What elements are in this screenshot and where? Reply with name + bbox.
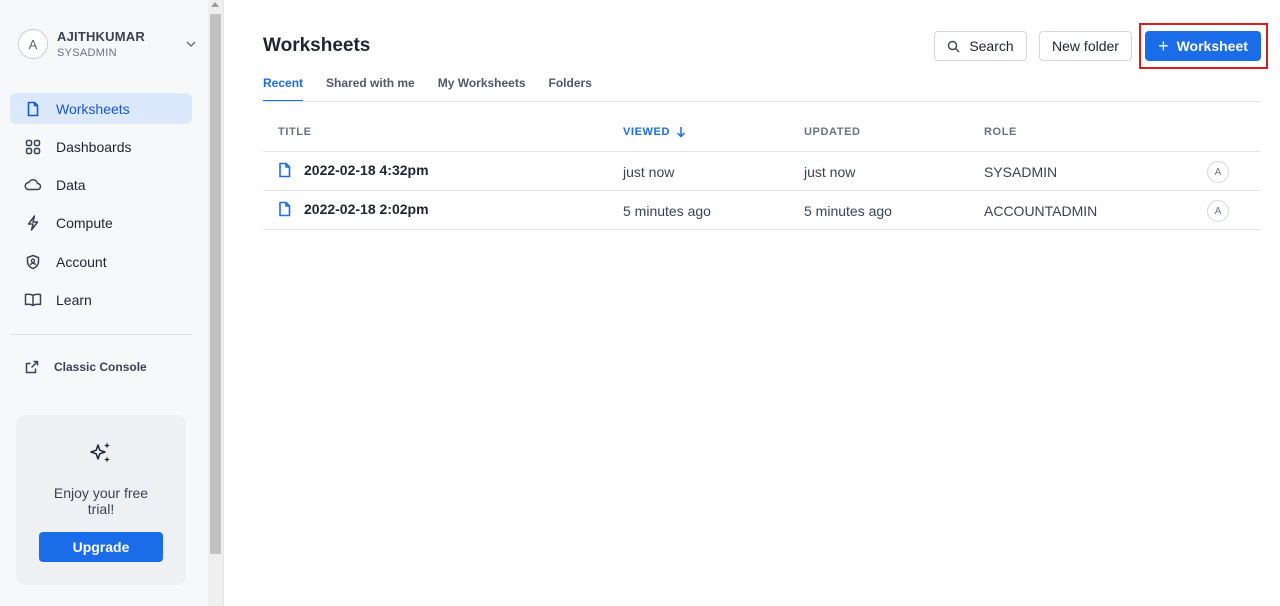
column-role[interactable]: ROLE	[984, 126, 1017, 138]
new-worksheet-button[interactable]: + Worksheet	[1145, 31, 1261, 61]
classic-console-link[interactable]: Classic Console	[24, 359, 147, 375]
user-role: SYSADMIN	[57, 46, 117, 59]
scrollbar-thumb[interactable]	[210, 14, 221, 554]
arrow-down-icon	[676, 127, 686, 138]
tab-shared-with-me[interactable]: Shared with me	[326, 76, 415, 102]
sidebar-item-account[interactable]: Account	[10, 246, 192, 277]
column-viewed-label: VIEWED	[623, 126, 670, 138]
sidebar-item-learn[interactable]: Learn	[10, 284, 192, 315]
user-menu[interactable]: A AJITHKUMAR SYSADMIN	[18, 26, 204, 62]
updated-cell: just now	[804, 164, 856, 180]
new-folder-button[interactable]: New folder	[1039, 31, 1132, 61]
scroll-up-arrow-icon[interactable]	[211, 2, 219, 7]
sidebar-nav: Worksheets Dashboards Data Compute Accou…	[10, 93, 192, 323]
sidebar-item-label: Learn	[56, 291, 92, 308]
sidebar-item-worksheets[interactable]: Worksheets	[10, 93, 192, 124]
table-row[interactable]: 2022-02-18 4:32pm just now just now SYSA…	[263, 152, 1261, 191]
table-header: TITLE VIEWED UPDATED ROLE	[263, 114, 1261, 152]
tab-my-worksheets[interactable]: My Worksheets	[438, 76, 526, 102]
grid-icon	[24, 138, 42, 156]
file-icon	[24, 100, 42, 118]
sparkle-icon	[90, 442, 110, 463]
external-link-icon	[25, 360, 39, 374]
plus-icon: +	[1158, 36, 1169, 56]
title-cell: 2022-02-18 4:32pm	[278, 162, 429, 178]
sidebar-scrollbar[interactable]	[208, 0, 223, 606]
column-viewed[interactable]: VIEWED	[623, 126, 686, 138]
file-icon	[279, 162, 291, 178]
sidebar: A AJITHKUMAR SYSADMIN Worksheets Dashboa…	[0, 0, 208, 606]
sidebar-item-dashboards[interactable]: Dashboards	[10, 131, 192, 162]
file-icon	[279, 201, 291, 217]
sidebar-item-data[interactable]: Data	[10, 170, 192, 201]
viewed-cell: 5 minutes ago	[623, 203, 711, 219]
avatar: A	[18, 29, 48, 59]
sidebar-border	[223, 0, 224, 606]
trial-text: Enjoy your free trial!	[53, 485, 149, 517]
book-icon	[24, 291, 42, 309]
column-title[interactable]: TITLE	[278, 126, 312, 138]
sidebar-divider	[10, 334, 192, 335]
shield-icon	[24, 253, 42, 271]
updated-cell: 5 minutes ago	[804, 203, 892, 219]
sidebar-item-compute[interactable]: Compute	[10, 208, 192, 239]
search-button[interactable]: Search	[934, 31, 1027, 61]
table-row[interactable]: 2022-02-18 2:02pm 5 minutes ago 5 minute…	[263, 191, 1261, 230]
tabs-divider	[263, 101, 1261, 102]
sidebar-item-label: Account	[56, 253, 107, 270]
user-name: AJITHKUMAR	[57, 28, 145, 44]
tab-bar: Recent Shared with me My Worksheets Fold…	[263, 76, 615, 102]
title-cell: 2022-02-18 2:02pm	[278, 201, 429, 217]
role-cell: ACCOUNTADMIN	[984, 203, 1098, 219]
sidebar-item-label: Data	[56, 177, 86, 194]
search-icon	[948, 40, 960, 52]
sidebar-item-label: Compute	[56, 215, 113, 232]
sidebar-item-label: Dashboards	[56, 138, 132, 155]
classic-console-label: Classic Console	[54, 360, 147, 374]
new-worksheet-label: Worksheet	[1176, 38, 1248, 54]
search-button-label: Search	[969, 38, 1014, 54]
role-cell: SYSADMIN	[984, 164, 1058, 180]
worksheet-title[interactable]: 2022-02-18 4:32pm	[304, 162, 429, 178]
sidebar-item-label: Worksheets	[56, 100, 130, 117]
owner-avatar: A	[1207, 161, 1229, 183]
viewed-cell: just now	[623, 164, 675, 180]
page-title: Worksheets	[263, 35, 371, 56]
column-updated[interactable]: UPDATED	[804, 126, 861, 138]
worksheet-title[interactable]: 2022-02-18 2:02pm	[304, 201, 429, 217]
tab-recent[interactable]: Recent	[263, 76, 304, 102]
upgrade-button[interactable]: Upgrade	[39, 532, 163, 562]
worksheets-table: TITLE VIEWED UPDATED ROLE 2022-02-18 4:3…	[263, 114, 1261, 230]
cloud-icon	[24, 176, 42, 194]
trial-card: Enjoy your free trial! Upgrade	[16, 415, 186, 585]
bolt-icon	[24, 214, 42, 232]
chevron-down-icon[interactable]	[184, 37, 198, 51]
owner-avatar: A	[1207, 200, 1229, 222]
tab-folders[interactable]: Folders	[549, 76, 592, 102]
